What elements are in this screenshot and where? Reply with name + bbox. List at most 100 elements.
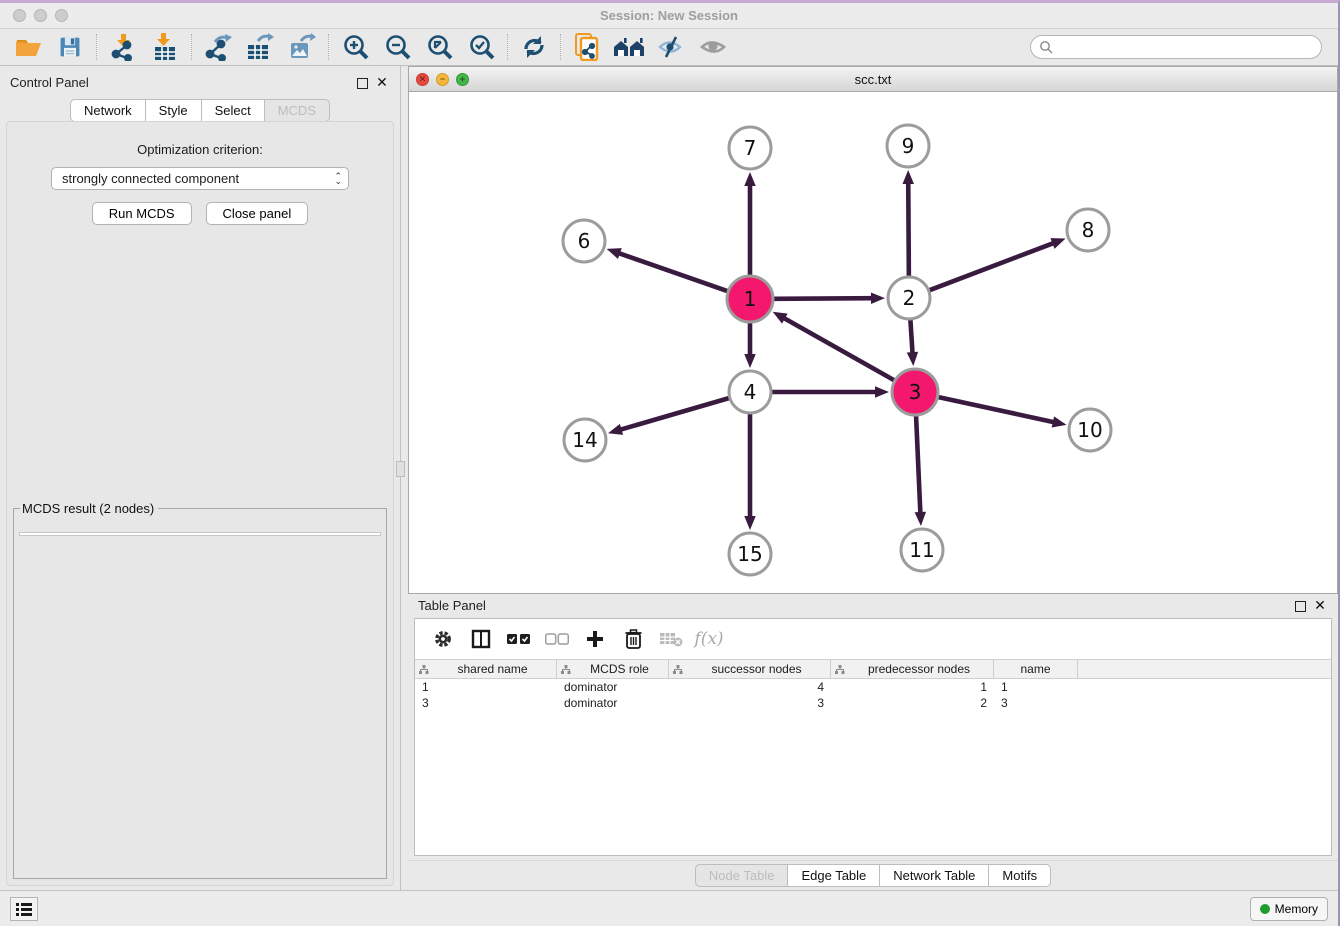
search-input[interactable] [1058, 40, 1313, 54]
export-network-button[interactable] [198, 31, 238, 63]
unselect-all-columns-button[interactable] [541, 624, 573, 654]
trash-icon [625, 629, 642, 649]
column-header-name[interactable]: name [994, 660, 1078, 678]
graph-node-label: 4 [744, 380, 757, 404]
tab-motifs[interactable]: Motifs [989, 864, 1051, 887]
tab-mcds[interactable]: MCDS [265, 99, 330, 122]
unchecked-boxes-icon [545, 633, 569, 645]
graph-edge[interactable] [930, 242, 1056, 290]
zoom-fit-button[interactable] [419, 31, 459, 63]
export-table-icon [246, 33, 274, 61]
status-bar: Memory [0, 890, 1338, 926]
graph-edge[interactable] [782, 317, 894, 380]
mcds-result-item[interactable]: 1 [26, 535, 380, 536]
task-history-button[interactable] [10, 897, 38, 921]
function-builder-button[interactable]: f(x) [693, 624, 725, 654]
graph-node-label: 8 [1082, 218, 1095, 242]
table-cell[interactable]: 1 [994, 679, 1078, 695]
zoom-selected-button[interactable] [461, 31, 501, 63]
hide-selected-button[interactable] [651, 31, 691, 63]
tab-style[interactable]: Style [146, 99, 202, 122]
graph-edge[interactable] [908, 181, 909, 276]
show-all-button[interactable] [693, 31, 733, 63]
import-table-button[interactable] [145, 31, 185, 63]
table-cell[interactable]: 1 [831, 679, 994, 695]
delete-column-button[interactable] [617, 624, 649, 654]
graph-edge[interactable] [619, 398, 729, 430]
graph-edge[interactable] [910, 320, 912, 355]
graph-edge[interactable] [774, 298, 874, 299]
control-panel-header: Control Panel ✕ [0, 71, 400, 93]
first-neighbors-button[interactable] [609, 31, 649, 63]
search-box[interactable] [1030, 35, 1322, 59]
zoom-in-icon [342, 34, 369, 61]
table-cell[interactable]: 3 [415, 695, 557, 711]
float-table-panel-icon[interactable] [1295, 601, 1306, 612]
open-folder-icon [15, 35, 42, 59]
table-cell[interactable]: 1 [415, 679, 557, 695]
titlebar: Session: New Session [0, 3, 1338, 29]
import-network-button[interactable] [103, 31, 143, 63]
tab-network-table[interactable]: Network Table [880, 864, 989, 887]
criterion-value: strongly connected component [62, 171, 330, 186]
table-cell[interactable]: dominator [557, 695, 669, 711]
show-column-button[interactable] [465, 624, 497, 654]
column-header-MCDS-role[interactable]: MCDS role [557, 660, 669, 678]
export-image-button[interactable] [282, 31, 322, 63]
graph-edge[interactable] [916, 416, 920, 515]
memory-button[interactable]: Memory [1250, 897, 1328, 921]
tab-node-table[interactable]: Node Table [695, 864, 789, 887]
table-cell[interactable]: 2 [831, 695, 994, 711]
task-list-icon [16, 902, 32, 916]
table-cell[interactable]: dominator [557, 679, 669, 695]
table-row[interactable]: 1dominator411 [415, 679, 1331, 695]
delete-table-button[interactable] [655, 624, 687, 654]
mcds-result-list: 13 [19, 532, 381, 536]
column-label: MCDS role [575, 662, 664, 676]
close-panel-button[interactable]: Close panel [206, 202, 309, 225]
column-header-predecessor-nodes[interactable]: predecessor nodes [831, 660, 994, 678]
float-panel-icon[interactable] [357, 78, 368, 89]
graph-edge[interactable] [617, 253, 727, 292]
new-network-doc-icon [574, 33, 600, 61]
network-canvas[interactable]: 7968124314101511 [409, 92, 1337, 593]
zoom-out-button[interactable] [377, 31, 417, 63]
table-cell[interactable]: 3 [994, 695, 1078, 711]
graph-edge[interactable] [938, 397, 1055, 422]
table-cell[interactable]: 3 [669, 695, 831, 711]
export-table-button[interactable] [240, 31, 280, 63]
select-stepper-icon: ⌃⌄ [330, 174, 342, 184]
column-header-shared-name[interactable]: shared name [415, 660, 557, 678]
graph-node-label: 15 [737, 542, 762, 566]
panel-splitter[interactable] [400, 66, 408, 890]
node-table: f(x) shared name MCDS role successor nodes… [414, 618, 1332, 856]
tab-edge-table[interactable]: Edge Table [788, 864, 880, 887]
mcds-buttons: Run MCDS Close panel [7, 202, 393, 225]
tab-select[interactable]: Select [202, 99, 265, 122]
eye-icon [699, 35, 727, 59]
splitter-grip-icon[interactable] [396, 461, 405, 477]
table-cell[interactable]: 4 [669, 679, 831, 695]
table-row[interactable]: 3dominator323 [415, 695, 1331, 711]
refresh-view-button[interactable] [514, 31, 554, 63]
graph-edge-arrowhead [903, 170, 914, 184]
zoom-in-button[interactable] [335, 31, 375, 63]
open-session-button[interactable] [8, 31, 48, 63]
save-session-button[interactable] [50, 31, 90, 63]
plus-icon [586, 630, 604, 648]
tab-network[interactable]: Network [70, 99, 146, 122]
column-header-successor-nodes[interactable]: successor nodes [669, 660, 831, 678]
app-window: Session: New Session [0, 0, 1340, 926]
network-window: ✕ − + scc.txt 7968124314101511 [408, 66, 1338, 594]
table-settings-button[interactable] [427, 624, 459, 654]
create-column-button[interactable] [579, 624, 611, 654]
network-from-selection-button[interactable] [567, 31, 607, 63]
run-mcds-button[interactable]: Run MCDS [92, 202, 192, 225]
criterion-select[interactable]: strongly connected component ⌃⌄ [51, 167, 349, 190]
columns-icon [471, 629, 491, 649]
table-toolbar: f(x) [415, 619, 1331, 659]
main-area: Control Panel ✕ NetworkStyleSelectMCDS O… [0, 66, 1338, 890]
close-panel-icon[interactable]: ✕ [374, 74, 390, 90]
select-all-columns-button[interactable] [503, 624, 535, 654]
close-table-panel-icon[interactable]: ✕ [1312, 597, 1328, 613]
